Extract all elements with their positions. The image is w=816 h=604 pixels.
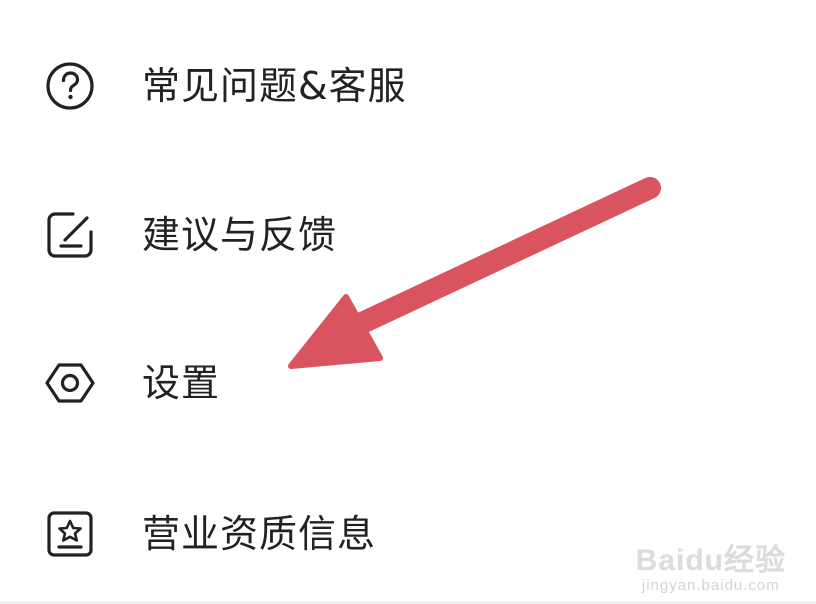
menu-item-label: 建议与反馈: [142, 213, 338, 257]
edit-square-icon: [40, 205, 100, 265]
menu-item-settings[interactable]: 设置: [40, 333, 600, 433]
baidu-jingyan-watermark: Baidu经验 jingyan.baidu.com: [636, 544, 786, 594]
menu-item-feedback[interactable]: 建议与反馈: [40, 185, 600, 285]
menu-item-label: 设置: [142, 361, 221, 405]
menu-list: 常见问题&客服 建议与反馈 设置 营业资质信息: [0, 0, 816, 604]
certificate-badge-icon: [40, 504, 100, 564]
watermark-logo: Baidu经验: [635, 544, 786, 577]
menu-item-label: 常见问题&客服: [142, 64, 407, 108]
menu-item-business-license[interactable]: 营业资质信息: [40, 484, 600, 584]
question-circle-icon: [40, 56, 100, 116]
hexagon-gear-icon: [40, 353, 100, 413]
menu-item-help-service[interactable]: 常见问题&客服: [40, 36, 600, 136]
menu-item-label: 营业资质信息: [142, 512, 377, 556]
watermark-url: jingyan.baidu.com: [641, 577, 780, 594]
